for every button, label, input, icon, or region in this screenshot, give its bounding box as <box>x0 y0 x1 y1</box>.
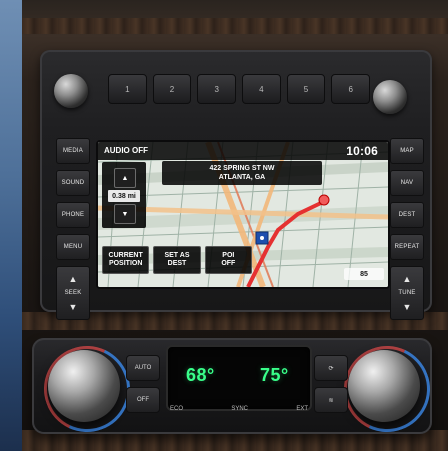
passenger-temp-knob[interactable] <box>348 350 420 422</box>
screen-top-bar: AUDIO OFF 10:06 <box>98 142 388 160</box>
dest-button-label: DEST <box>398 212 416 218</box>
preset-button-2[interactable]: 2 <box>152 74 192 104</box>
media-button[interactable]: MEDIA <box>56 138 90 164</box>
wood-trim-top <box>22 18 448 34</box>
phone-button-label: PHONE <box>61 212 85 218</box>
map-button-label: MAP <box>400 148 414 154</box>
tune-label: TUNE <box>398 290 416 296</box>
off-button[interactable]: OFF <box>126 387 160 413</box>
clock: 10:06 <box>346 144 378 158</box>
left-button-column: MEDIA SOUND PHONE MENU ▲ SEEK ▼ <box>56 138 90 320</box>
tune-down-icon: ▼ <box>402 302 412 312</box>
ext-label: EXT <box>296 406 308 412</box>
zoom-scale-value: 0.38 mi <box>108 190 140 202</box>
nav-button-label: NAV <box>400 180 414 186</box>
seek-label: SEEK <box>64 290 82 296</box>
phone-button[interactable]: PHONE <box>56 202 90 228</box>
sync-label: SYNC <box>231 406 248 412</box>
current-position-button[interactable]: CURRENT POSITION <box>102 246 150 274</box>
driver-temperature: 68° <box>186 365 215 385</box>
preset-button-3[interactable]: 3 <box>197 74 237 104</box>
preset-button-4[interactable]: 4 <box>242 74 281 104</box>
current-position-label: CURRENT POSITION <box>108 252 143 267</box>
tune-rocker[interactable]: ▲ TUNE ▼ <box>390 266 424 320</box>
seek-down-icon: ▼ <box>68 302 78 312</box>
zoom-in-icon: ▲ <box>121 174 129 182</box>
preset-button-5[interactable]: 5 <box>286 74 326 104</box>
zoom-panel: ▲ 0.38 mi ▼ <box>102 162 146 228</box>
poi-off-label: POI OFF <box>221 252 236 267</box>
preset-button-label: 2 <box>169 84 175 94</box>
repeat-button[interactable]: REPEAT <box>390 234 424 260</box>
right-button-column: MAP NAV DEST REPEAT ▲ TUNE ▼ <box>390 138 424 320</box>
set-as-dest-button[interactable]: SET AS DEST <box>153 246 201 274</box>
defrost-icon: ≋ <box>328 397 334 404</box>
climate-left-buttons: AUTO OFF <box>126 355 160 413</box>
passenger-temperature: 75° <box>260 365 289 385</box>
sound-button[interactable]: SOUND <box>56 170 90 196</box>
climate-right-buttons: ⟳ ≋ <box>314 355 348 413</box>
media-button-label: MEDIA <box>62 148 83 154</box>
address-line-1: 422 SPRING ST NW <box>209 165 275 172</box>
preset-buttons: 1 2 3 4 5 6 <box>108 74 371 104</box>
navigation-screen: AUDIO OFF 10:06 ▲ 0.38 mi ▼ 422 SPRING S… <box>96 140 390 289</box>
seek-rocker[interactable]: ▲ SEEK ▼ <box>56 266 90 320</box>
address-line-2: ATLANTA, GA <box>218 174 266 181</box>
zoom-out-icon: ▼ <box>121 210 129 218</box>
menu-button-label: MENU <box>63 244 83 250</box>
off-button-label: OFF <box>137 397 149 403</box>
map-button[interactable]: MAP <box>390 138 424 164</box>
recirculate-button[interactable]: ⟳ <box>314 355 348 381</box>
poi-off-button[interactable]: POI OFF <box>204 246 252 274</box>
driver-temp-knob[interactable] <box>48 350 120 422</box>
repeat-button-label: REPEAT <box>394 244 420 250</box>
audio-status: AUDIO OFF <box>104 146 148 155</box>
preset-button-label: 1 <box>125 84 130 94</box>
preset-button-label: 5 <box>303 84 309 94</box>
climate-labels: ECO SYNC EXT <box>170 406 308 416</box>
tune-knob[interactable] <box>373 80 407 114</box>
map-action-buttons: CURRENT POSITION SET AS DEST POI OFF <box>102 246 252 274</box>
recirculate-icon: ⟳ <box>328 365 334 372</box>
preset-button-label: 3 <box>214 84 219 94</box>
preset-button-1[interactable]: 1 <box>108 74 147 104</box>
preset-button-label: 6 <box>348 84 353 94</box>
seek-up-icon: ▲ <box>68 274 78 284</box>
preset-button-6[interactable]: 6 <box>331 74 371 104</box>
preset-button-label: 4 <box>259 84 264 94</box>
eco-label: ECO <box>170 406 184 412</box>
sound-button-label: SOUND <box>61 180 85 186</box>
tune-up-icon: ▲ <box>402 274 412 284</box>
dest-button[interactable]: DEST <box>390 202 424 228</box>
zoom-out-button[interactable]: ▼ <box>114 204 136 224</box>
auto-button[interactable]: AUTO <box>126 355 160 381</box>
zoom-in-button[interactable]: ▲ <box>114 168 136 188</box>
left-vehicle-panel <box>0 0 22 451</box>
volume-knob[interactable] <box>54 74 88 108</box>
set-as-dest-label: SET AS DEST <box>164 252 190 267</box>
nav-button[interactable]: NAV <box>390 170 424 196</box>
auto-button-label: AUTO <box>134 365 152 371</box>
climate-display: 68° 75° <box>166 345 312 411</box>
current-address: 422 SPRING ST NW ATLANTA, GA <box>162 161 322 185</box>
defrost-button[interactable]: ≋ <box>314 387 348 413</box>
menu-button[interactable]: MENU <box>56 234 90 260</box>
map-speed-limit: 85 <box>344 268 384 280</box>
